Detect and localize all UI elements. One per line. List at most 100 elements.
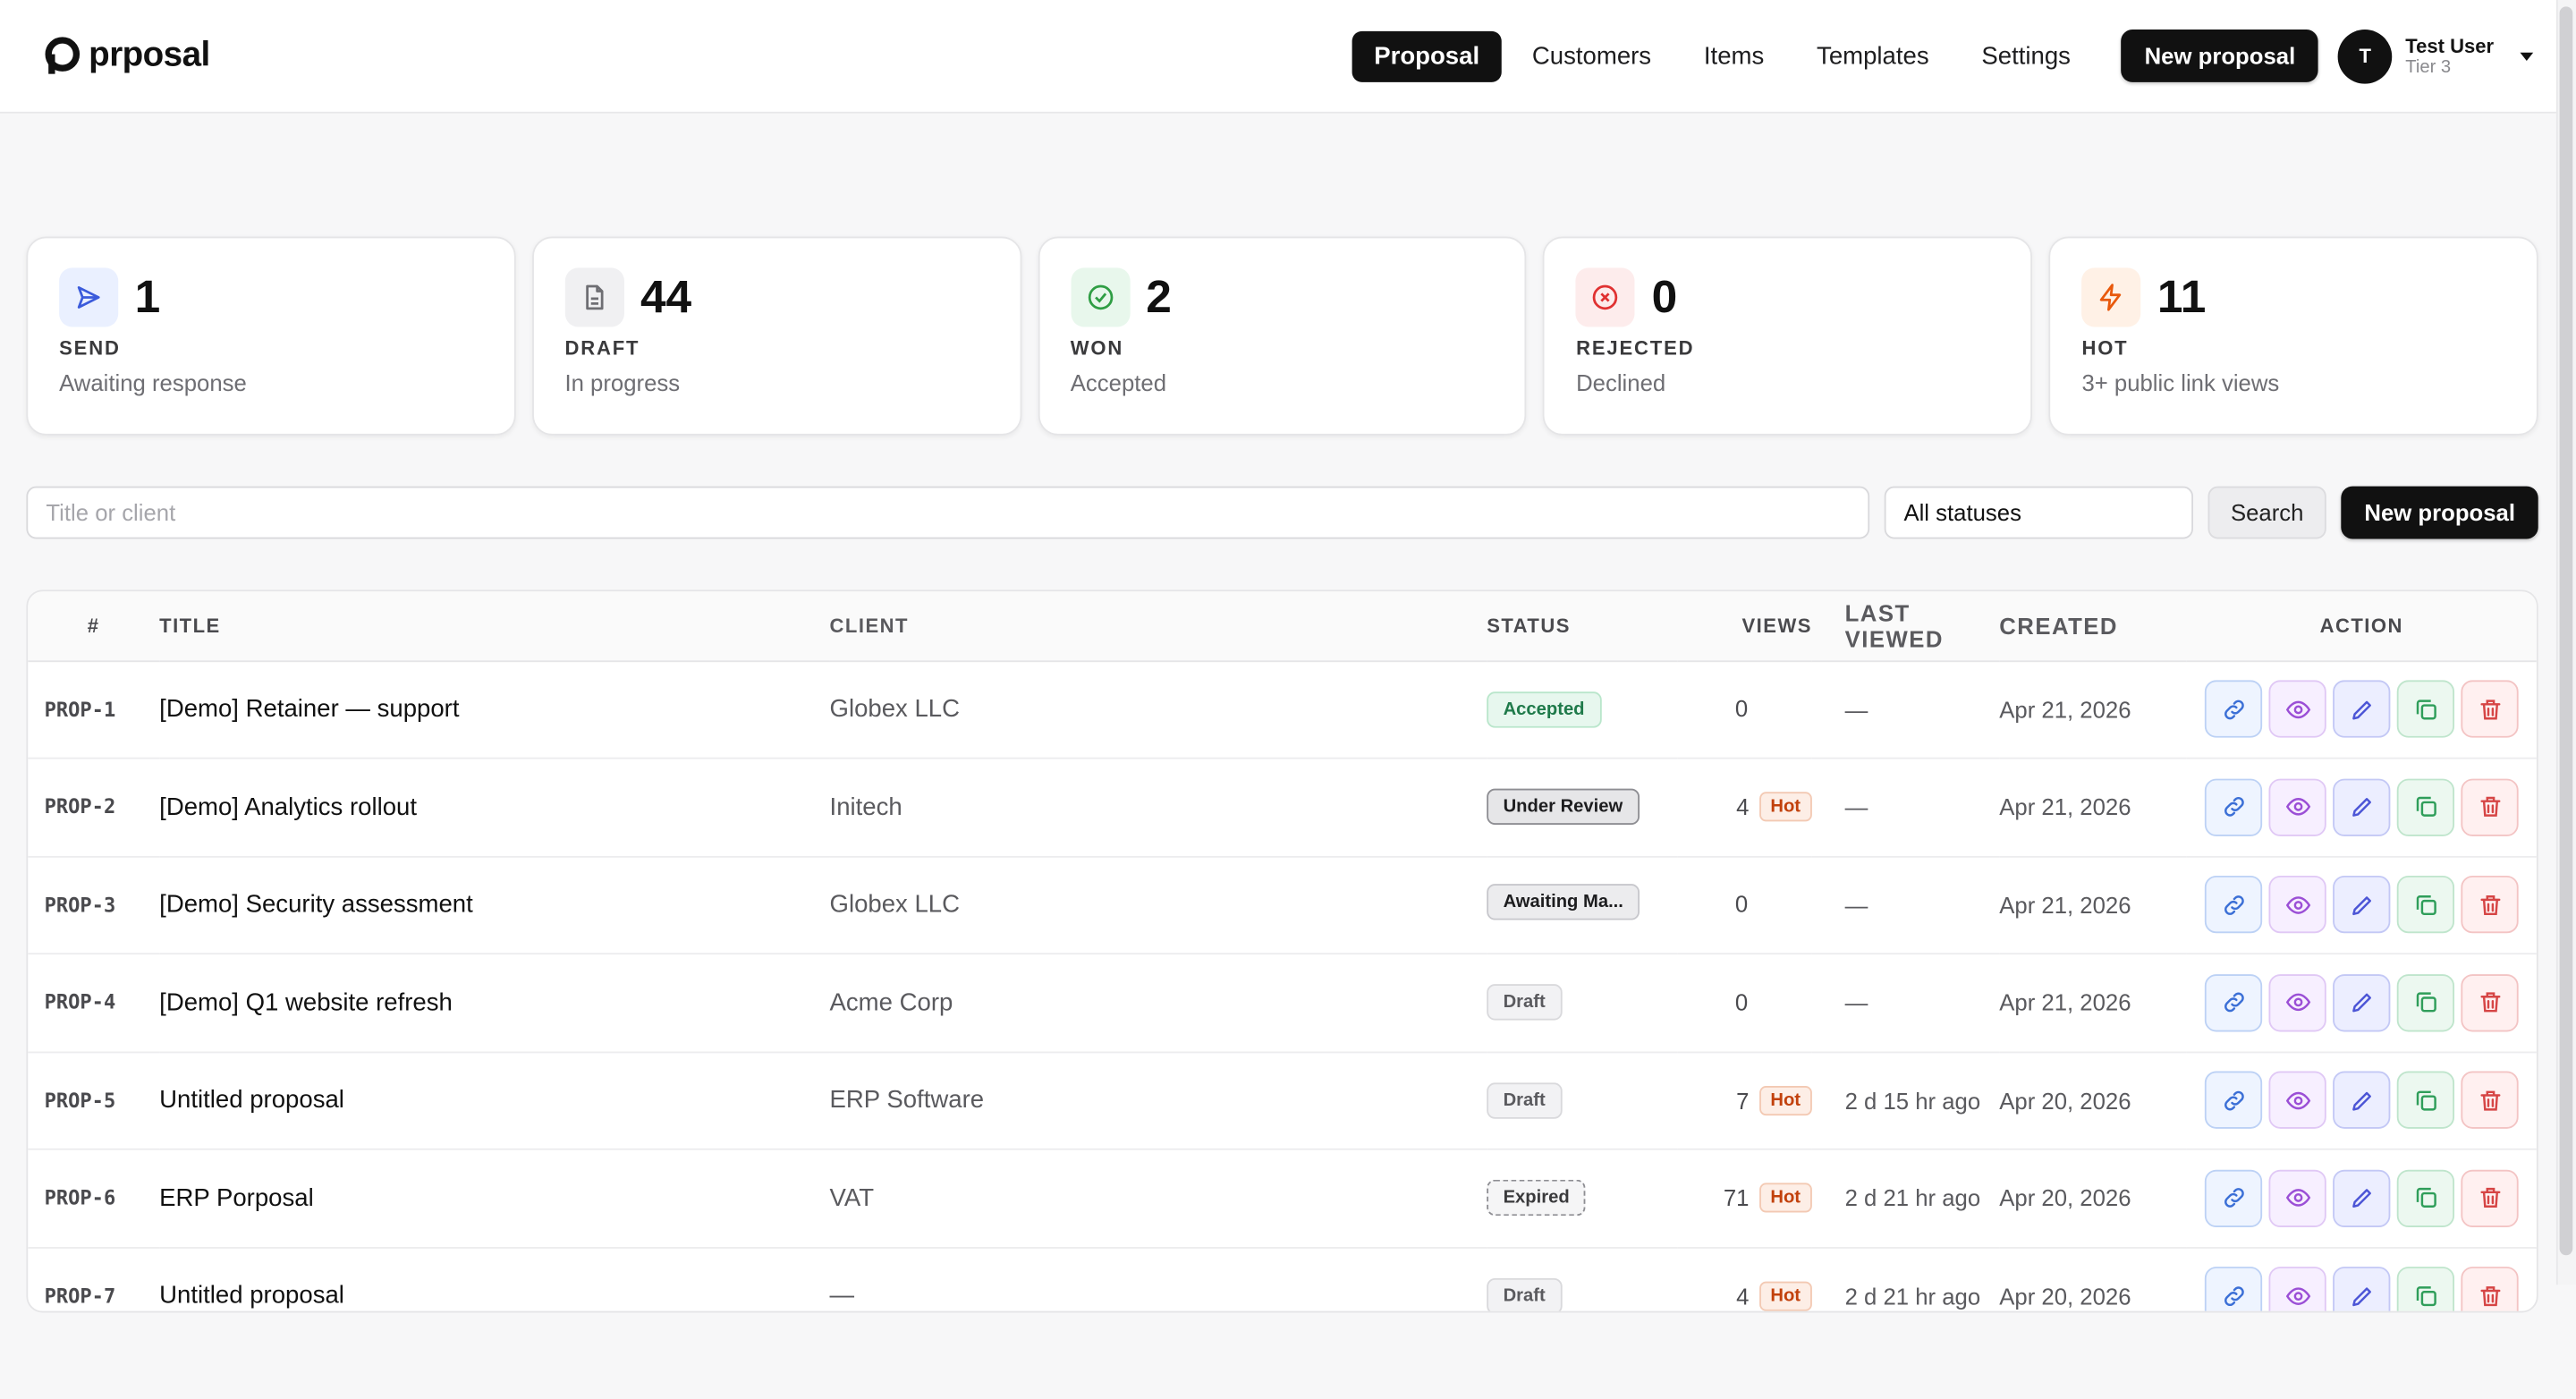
- copy-link-button[interactable]: [2204, 1071, 2263, 1130]
- row-actions: [2204, 973, 2519, 1031]
- user-menu[interactable]: T Test User Tier 3: [2337, 29, 2534, 83]
- view-button[interactable]: [2268, 680, 2326, 739]
- proposal-title[interactable]: Untitled proposal: [159, 1051, 829, 1149]
- page: prposal Proposal Customers Items Templat…: [0, 0, 2576, 1313]
- delete-button[interactable]: [2461, 1071, 2519, 1130]
- last-viewed: —: [1844, 696, 1868, 723]
- delete-button[interactable]: [2461, 876, 2519, 934]
- col-status[interactable]: STATUS: [1487, 591, 1677, 660]
- hot-badge: Hot: [1758, 792, 1812, 822]
- duplicate-button[interactable]: [2396, 1267, 2455, 1311]
- table-row[interactable]: PROP-5 Untitled proposal ERP Software Dr…: [28, 1051, 2537, 1149]
- col-id[interactable]: #: [28, 591, 159, 660]
- col-views[interactable]: VIEWS: [1677, 591, 1812, 660]
- edit-button[interactable]: [2333, 1071, 2391, 1130]
- stat-card-send[interactable]: 1 SEND Awaiting response: [26, 236, 516, 436]
- copy-link-button[interactable]: [2204, 1169, 2263, 1227]
- copy-link-button[interactable]: [2204, 1267, 2263, 1311]
- table-row[interactable]: PROP-2 [Demo] Analytics rollout Initech …: [28, 759, 2537, 856]
- nav-settings[interactable]: Settings: [1961, 30, 2092, 81]
- nav-items[interactable]: Items: [1682, 30, 1785, 81]
- proposal-title[interactable]: [Demo] Q1 website refresh: [159, 954, 829, 1051]
- table-row[interactable]: PROP-3 [Demo] Security assessment Globex…: [28, 856, 2537, 954]
- col-title[interactable]: TITLE: [159, 591, 829, 660]
- user-info: Test User Tier 3: [2405, 34, 2494, 79]
- edit-button[interactable]: [2333, 1169, 2391, 1227]
- page-scrollbar[interactable]: [2555, 0, 2576, 1285]
- col-created[interactable]: CREATED: [1999, 591, 2186, 660]
- view-button[interactable]: [2268, 876, 2326, 934]
- new-proposal-button[interactable]: New proposal: [2341, 486, 2538, 539]
- nav-templates[interactable]: Templates: [1795, 30, 1950, 81]
- duplicate-button[interactable]: [2396, 1071, 2455, 1130]
- edit-button[interactable]: [2333, 778, 2391, 836]
- view-button[interactable]: [2268, 1267, 2326, 1311]
- copy-icon: [2412, 696, 2438, 722]
- edit-button[interactable]: [2333, 1267, 2391, 1311]
- table-row[interactable]: PROP-1 [Demo] Retainer — support Globex …: [28, 660, 2537, 759]
- view-button[interactable]: [2268, 1071, 2326, 1130]
- table-header-row: # TITLE CLIENT STATUS VIEWS LAST VIEWED …: [28, 591, 2537, 661]
- stat-value: 0: [1651, 271, 1678, 322]
- delete-button[interactable]: [2461, 778, 2519, 836]
- stat-card-rejected[interactable]: 0 REJECTED Declined: [1543, 236, 2033, 436]
- col-last-viewed[interactable]: LAST VIEWED: [1812, 591, 1999, 660]
- stat-card-hot[interactable]: 11 HOT 3+ public link views: [2048, 236, 2538, 436]
- view-button[interactable]: [2268, 973, 2326, 1031]
- copy-icon: [2412, 892, 2438, 918]
- copy-link-button[interactable]: [2204, 680, 2263, 739]
- pencil-icon: [2349, 1087, 2375, 1113]
- trash-icon: [2477, 794, 2503, 820]
- stat-card-won[interactable]: 2 WON Accepted: [1038, 236, 1528, 436]
- brand-logo[interactable]: prposal: [43, 36, 210, 75]
- col-client[interactable]: CLIENT: [830, 591, 1487, 660]
- delete-button[interactable]: [2461, 1169, 2519, 1227]
- proposal-title[interactable]: [Demo] Analytics rollout: [159, 759, 829, 856]
- user-name: Test User: [2405, 33, 2495, 57]
- last-viewed: 2 d 15 hr ago: [1844, 1087, 1981, 1114]
- header-new-proposal-button[interactable]: New proposal: [2121, 30, 2318, 82]
- copy-icon: [2412, 1283, 2438, 1309]
- proposal-id: PROP-3: [44, 893, 116, 917]
- table-row[interactable]: PROP-7 Untitled proposal — Draft 4 Hot 2 …: [28, 1247, 2537, 1311]
- duplicate-button[interactable]: [2396, 1169, 2455, 1227]
- search-input[interactable]: [26, 486, 1869, 539]
- duplicate-button[interactable]: [2396, 876, 2455, 934]
- duplicate-button[interactable]: [2396, 778, 2455, 836]
- proposal-title[interactable]: Untitled proposal: [159, 1247, 829, 1311]
- views-count: 71: [1723, 1184, 1750, 1212]
- proposal-title[interactable]: [Demo] Retainer — support: [159, 660, 829, 758]
- proposal-client: Globex LLC: [829, 890, 961, 920]
- created-date: Apr 20, 2026: [1999, 1283, 2131, 1310]
- duplicate-button[interactable]: [2396, 973, 2455, 1031]
- copy-icon: [2412, 1185, 2438, 1211]
- stat-card-draft[interactable]: 44 DRAFT In progress: [531, 236, 1021, 436]
- proposal-title[interactable]: [Demo] Security assessment: [159, 856, 829, 954]
- last-viewed: —: [1844, 891, 1868, 919]
- nav-proposal[interactable]: Proposal: [1352, 30, 1501, 81]
- edit-button[interactable]: [2333, 680, 2391, 739]
- table-row[interactable]: PROP-4 [Demo] Q1 website refresh Acme Co…: [28, 954, 2537, 1052]
- copy-link-button[interactable]: [2204, 778, 2263, 836]
- duplicate-button[interactable]: [2396, 680, 2455, 739]
- edit-button[interactable]: [2333, 876, 2391, 934]
- pencil-icon: [2349, 1283, 2375, 1309]
- delete-button[interactable]: [2461, 1267, 2519, 1311]
- proposal-title[interactable]: ERP Porposal: [159, 1149, 829, 1247]
- copy-link-button[interactable]: [2204, 876, 2263, 934]
- trash-icon: [2477, 696, 2503, 722]
- search-button[interactable]: Search: [2207, 486, 2327, 539]
- edit-button[interactable]: [2333, 973, 2391, 1031]
- delete-button[interactable]: [2461, 680, 2519, 739]
- copy-link-button[interactable]: [2204, 973, 2263, 1031]
- view-button[interactable]: [2268, 1169, 2326, 1227]
- delete-button[interactable]: [2461, 973, 2519, 1031]
- status-select[interactable]: All statuses: [1884, 486, 2193, 539]
- scrollbar-thumb[interactable]: [2559, 6, 2573, 1256]
- proposal-client: Acme Corp: [829, 988, 953, 1017]
- view-button[interactable]: [2268, 778, 2326, 836]
- nav-customers[interactable]: Customers: [1511, 30, 1673, 81]
- table-row[interactable]: PROP-6 ERP Porposal VAT Expired 71 Hot 2 …: [28, 1149, 2537, 1248]
- last-viewed: —: [1844, 793, 1868, 820]
- stat-value: 11: [2157, 271, 2207, 322]
